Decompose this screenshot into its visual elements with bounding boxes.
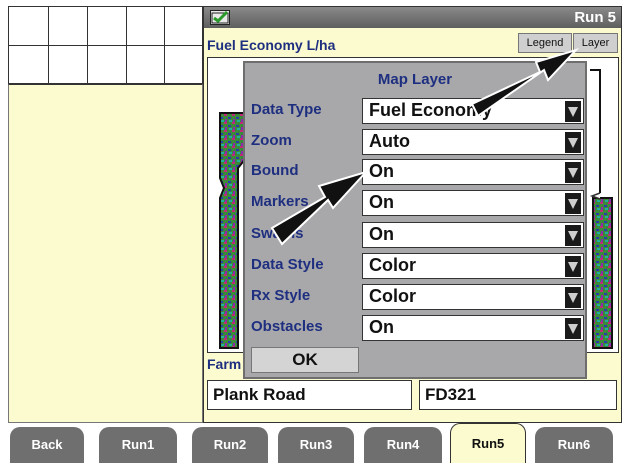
bound-select[interactable]: On bbox=[362, 159, 584, 185]
grid-cell[interactable] bbox=[88, 46, 127, 83]
obstacles-select[interactable]: On bbox=[362, 315, 584, 341]
option-label: Rx Style bbox=[251, 287, 311, 304]
dropdown-arrow-icon[interactable] bbox=[565, 256, 581, 277]
option-value: Color bbox=[369, 255, 416, 275]
tab-run3[interactable]: Run3 bbox=[278, 427, 354, 463]
option-label: Bound bbox=[251, 162, 299, 179]
option-value: On bbox=[369, 224, 394, 244]
option-label: Swaths bbox=[251, 225, 304, 242]
left-panel bbox=[8, 84, 203, 423]
grid-cell[interactable] bbox=[9, 46, 49, 83]
header-bar: Run 5 bbox=[204, 7, 621, 28]
option-zoom: Zoom Auto bbox=[245, 127, 585, 157]
option-value: On bbox=[369, 192, 394, 212]
option-data-style: Data Style Color bbox=[245, 251, 585, 281]
grid-cell[interactable] bbox=[9, 7, 49, 46]
farm-value[interactable]: Plank Road bbox=[207, 380, 412, 410]
option-label: Zoom bbox=[251, 132, 292, 149]
grid-cell[interactable] bbox=[165, 7, 202, 46]
tab-run1[interactable]: Run1 bbox=[99, 427, 177, 463]
field-value[interactable]: FD321 bbox=[419, 380, 617, 410]
option-label: Data Type bbox=[251, 101, 322, 118]
tab-run5[interactable]: Run5 bbox=[450, 423, 526, 463]
tab-back[interactable]: Back bbox=[10, 427, 84, 463]
option-value: Auto bbox=[369, 131, 410, 151]
tab-run6[interactable]: Run6 bbox=[535, 427, 613, 463]
shortcut-grid bbox=[8, 6, 203, 84]
grid-cell[interactable] bbox=[165, 46, 202, 83]
grid-cell[interactable] bbox=[127, 46, 165, 83]
grid-cell[interactable] bbox=[88, 7, 127, 46]
option-markers: Markers On bbox=[245, 188, 585, 218]
dropdown-arrow-icon[interactable] bbox=[565, 225, 581, 246]
dropdown-arrow-icon[interactable] bbox=[565, 162, 581, 183]
option-label: Data Style bbox=[251, 256, 324, 273]
ok-button[interactable]: OK bbox=[251, 347, 359, 373]
dropdown-arrow-icon[interactable] bbox=[565, 287, 581, 308]
rx-style-select[interactable]: Color bbox=[362, 284, 584, 310]
legend-button[interactable]: Legend bbox=[518, 33, 572, 53]
grid-cell[interactable] bbox=[49, 46, 88, 83]
data-style-select[interactable]: Color bbox=[362, 253, 584, 279]
markers-select[interactable]: On bbox=[362, 190, 584, 216]
option-rx-style: Rx Style Color bbox=[245, 282, 585, 312]
dropdown-arrow-icon[interactable] bbox=[565, 101, 581, 122]
grid-cell[interactable] bbox=[127, 7, 165, 46]
option-data-type: Data Type Fuel Economy bbox=[245, 96, 585, 126]
tab-run2[interactable]: Run2 bbox=[192, 427, 268, 463]
map-layer-dialog: Map Layer Data Type Fuel Economy Zoom Au… bbox=[243, 61, 587, 379]
page-title: Fuel Economy L/ha bbox=[207, 37, 336, 53]
dropdown-arrow-icon[interactable] bbox=[565, 318, 581, 339]
option-value: Fuel Economy bbox=[369, 100, 493, 120]
option-bound: Bound On bbox=[245, 157, 585, 187]
option-value: Color bbox=[369, 286, 416, 306]
option-swaths: Swaths On bbox=[245, 220, 585, 250]
dropdown-arrow-icon[interactable] bbox=[565, 193, 581, 214]
data-type-select[interactable]: Fuel Economy bbox=[362, 98, 584, 124]
run-label: Run 5 bbox=[574, 9, 616, 26]
farm-label: Farm bbox=[207, 356, 242, 372]
dropdown-arrow-icon[interactable] bbox=[565, 132, 581, 153]
option-label: Obstacles bbox=[251, 318, 323, 335]
option-label: Markers bbox=[251, 193, 309, 210]
dialog-title: Map Layer bbox=[377, 71, 453, 88]
status-check-icon bbox=[210, 10, 230, 25]
zoom-select[interactable]: Auto bbox=[362, 129, 584, 155]
grid-cell[interactable] bbox=[49, 7, 88, 46]
option-value: On bbox=[369, 161, 394, 181]
option-value: On bbox=[369, 317, 394, 337]
option-obstacles: Obstacles On bbox=[245, 313, 585, 343]
swaths-select[interactable]: On bbox=[362, 222, 584, 248]
layer-button[interactable]: Layer bbox=[573, 33, 618, 53]
title-row: Fuel Economy L/ha Legend Layer bbox=[204, 28, 621, 56]
display-screen: Run 5 Fuel Economy L/ha Legend Layer Far… bbox=[0, 0, 631, 468]
tab-run4[interactable]: Run4 bbox=[364, 427, 442, 463]
